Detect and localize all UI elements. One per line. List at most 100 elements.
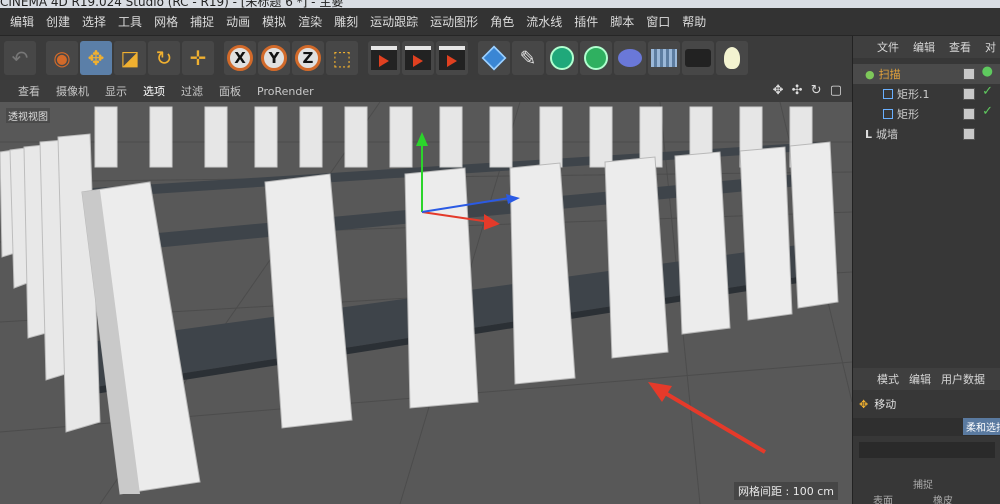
am-menu-userdata[interactable]: 用户数据 <box>941 371 985 387</box>
enabled-check-icon[interactable]: ✓ <box>982 84 993 99</box>
z-axis-icon: Z <box>295 45 321 71</box>
coordinate-system-button[interactable]: ⬚ <box>326 41 358 75</box>
array-button[interactable] <box>580 41 612 75</box>
menu-window[interactable]: 窗口 <box>640 13 676 30</box>
move-tool-button[interactable]: ✥ <box>80 41 112 75</box>
menu-plugins[interactable]: 插件 <box>568 13 604 30</box>
om-menu-object[interactable]: 对 <box>985 39 996 55</box>
om-menu-edit[interactable]: 编辑 <box>913 39 935 55</box>
x-axis-button[interactable]: X <box>224 41 256 75</box>
viewport-label: 透视视图 <box>6 108 50 123</box>
render-toggle[interactable] <box>963 68 975 80</box>
menu-animate[interactable]: 动画 <box>220 13 256 30</box>
attribute-row-2: 表面 橡皮 <box>873 492 953 504</box>
rotate-tool-button[interactable]: ↻ <box>148 41 180 75</box>
am-menu-mode[interactable]: 模式 <box>877 371 899 387</box>
menu-pipeline[interactable]: 流水线 <box>520 13 568 30</box>
object-list: ● 扫描 ● 矩形.1 ✓ 矩形 ✓ L 城墙 <box>853 64 1000 144</box>
object-name: 矩形.1 <box>897 88 930 101</box>
attribute-field[interactable] <box>859 442 995 458</box>
floor-button[interactable] <box>648 41 680 75</box>
om-menu-file[interactable]: 文件 <box>877 39 899 55</box>
undo-button[interactable]: ↶ <box>4 41 36 75</box>
viewport-menubar: 查看 摄像机 显示 选项 过滤 面板 ProRender ✥ ✣ ↻ ▢ <box>0 80 852 102</box>
attribute-tabs: 柔和选择 <box>853 418 1000 436</box>
right-panel: 文件 编辑 查看 对 ● 扫描 ● 矩形.1 ✓ 矩形 ✓ L 城墙 模式 编辑… <box>852 36 1000 504</box>
menu-simulate[interactable]: 模拟 <box>256 13 292 30</box>
move-icon: ✥ <box>859 397 869 411</box>
sweep-icon: ● <box>865 67 875 81</box>
render-view-button[interactable] <box>368 41 400 75</box>
om-menu-view[interactable]: 查看 <box>949 39 971 55</box>
menu-snap[interactable]: 捕捉 <box>184 13 220 30</box>
viewport-menu-prorender[interactable]: ProRender <box>249 85 322 98</box>
wall-pillars-left <box>0 133 101 433</box>
menu-edit[interactable]: 编辑 <box>4 13 40 30</box>
subdivision-icon <box>550 46 574 70</box>
viewport-menu-filter[interactable]: 过滤 <box>173 83 211 99</box>
viewport-menu-view[interactable]: 查看 <box>10 83 48 99</box>
cube-button[interactable] <box>478 41 510 75</box>
camera-button[interactable] <box>682 41 714 75</box>
recent-tool-icon: ✛ <box>189 46 207 70</box>
object-row-sweep[interactable]: ● 扫描 ● <box>853 64 1000 84</box>
viewport-menu-panel[interactable]: 面板 <box>211 83 249 99</box>
menu-mesh[interactable]: 网格 <box>148 13 184 30</box>
attribute-row-1: 捕捉 <box>873 476 933 491</box>
camera-icon <box>685 49 711 67</box>
am-menu-edit[interactable]: 编辑 <box>909 371 931 387</box>
select-icon: ◉ <box>53 46 71 70</box>
viewport-menu-options[interactable]: 选项 <box>135 83 173 99</box>
pen-button[interactable]: ✎ <box>512 41 544 75</box>
viewport-nav-icons[interactable]: ✥ ✣ ↻ ▢ <box>773 83 844 98</box>
recent-tool-button[interactable]: ✛ <box>182 41 214 75</box>
move-icon: ✥ <box>87 46 105 70</box>
object-name: 扫描 <box>878 68 901 81</box>
render-settings-icon <box>439 46 465 70</box>
object-row-rectangle[interactable]: 矩形 ✓ <box>853 104 1000 124</box>
tab-soft-selection[interactable]: 柔和选择 <box>963 418 1000 435</box>
menu-motion-tracker[interactable]: 运动跟踪 <box>364 13 424 30</box>
render-picture-viewer-button[interactable] <box>402 41 434 75</box>
light-button[interactable] <box>716 41 748 75</box>
object-row-rectangle-1[interactable]: 矩形.1 ✓ <box>853 84 1000 104</box>
select-tool-button[interactable]: ◉ <box>46 41 78 75</box>
annotation-arrow <box>648 382 767 454</box>
perspective-viewport[interactable]: 查看 摄像机 显示 选项 过滤 面板 ProRender ✥ ✣ ↻ ▢ 透视视… <box>0 80 852 504</box>
menu-help[interactable]: 帮助 <box>676 13 712 30</box>
viewport-menu-camera[interactable]: 摄像机 <box>48 83 97 99</box>
attr-label: 表面 <box>873 496 893 504</box>
menu-mograph[interactable]: 运动图形 <box>424 13 484 30</box>
deformer-button[interactable] <box>614 41 646 75</box>
object-row-wall[interactable]: L 城墙 <box>853 124 1000 144</box>
3d-scene[interactable] <box>0 102 852 504</box>
menu-render[interactable]: 渲染 <box>292 13 328 30</box>
menu-select[interactable]: 选择 <box>76 13 112 30</box>
viewport-menu-display[interactable]: 显示 <box>97 83 135 99</box>
render-toggle[interactable] <box>963 128 975 140</box>
attribute-manager-menubar: 模式 编辑 用户数据 <box>853 368 1000 390</box>
main-toolbar: ↶ ◉ ✥ ◪ ↻ ✛ X Y Z ⬚ ✎ <box>0 36 852 80</box>
y-axis-button[interactable]: Y <box>258 41 290 75</box>
enabled-check-icon[interactable]: ● <box>982 64 993 79</box>
menu-script[interactable]: 脚本 <box>604 13 640 30</box>
cube-icon <box>481 45 507 71</box>
subdivision-button[interactable] <box>546 41 578 75</box>
null-object-icon: L <box>865 127 873 141</box>
menu-create[interactable]: 创建 <box>40 13 76 30</box>
menu-sculpt[interactable]: 雕刻 <box>328 13 364 30</box>
coordinate-system-icon: ⬚ <box>332 46 352 70</box>
main-menubar: 编辑 创建 选择 工具 网格 捕捉 动画 模拟 渲染 雕刻 运动跟踪 运动图形 … <box>0 8 1000 36</box>
render-view-icon <box>371 46 397 70</box>
z-axis-button[interactable]: Z <box>292 41 324 75</box>
menu-character[interactable]: 角色 <box>484 13 520 30</box>
scale-tool-button[interactable]: ◪ <box>114 41 146 75</box>
render-toggle[interactable] <box>963 108 975 120</box>
menu-tools[interactable]: 工具 <box>112 13 148 30</box>
rotate-icon: ↻ <box>155 46 173 70</box>
enabled-check-icon[interactable]: ✓ <box>982 104 993 119</box>
rectangle-spline-icon <box>883 89 893 99</box>
render-settings-button[interactable] <box>436 41 468 75</box>
render-toggle[interactable] <box>963 88 975 100</box>
window-titlebar: CINEMA 4D R19.024 Studio (RC - R19) - [未… <box>0 0 1000 8</box>
